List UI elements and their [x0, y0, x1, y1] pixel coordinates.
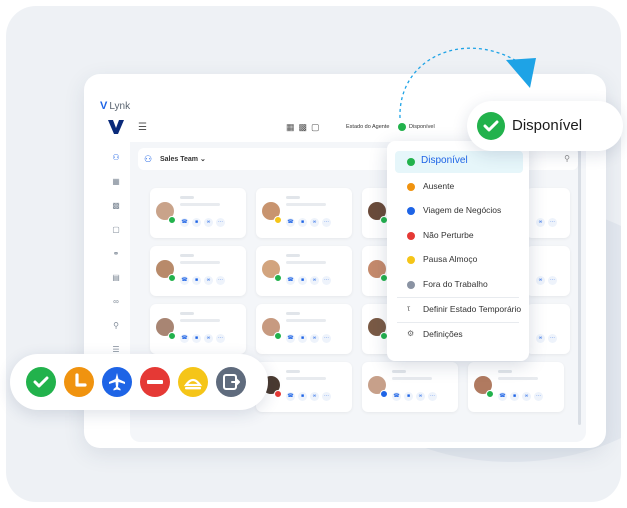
status-option-label: Viagem de Negócios	[423, 205, 502, 215]
callout-label: Disponível	[512, 117, 583, 134]
set-temporary-status[interactable]: τ Definir Estado Temporário	[387, 299, 529, 321]
status-option-away[interactable]: Ausente	[387, 176, 529, 198]
status-option-label: Fora do Trabalho	[423, 279, 488, 289]
pin-icon: τ	[407, 304, 411, 313]
check-icon	[407, 158, 415, 166]
do-not-disturb-status-icon[interactable]	[140, 367, 170, 397]
off-work-status-icon[interactable]	[216, 367, 246, 397]
status-option-label: Disponível	[421, 155, 468, 166]
status-option-available[interactable]: Disponível	[395, 151, 523, 173]
available-status-icon[interactable]	[26, 367, 56, 397]
lunch-icon	[407, 256, 415, 264]
action-label: Definir Estado Temporário	[423, 304, 522, 314]
status-option-label: Não Perturbe	[423, 230, 474, 240]
minus-icon	[407, 232, 415, 240]
plane-icon	[407, 207, 415, 215]
status-option-lunch[interactable]: Pausa Almoço	[387, 249, 529, 271]
available-callout: Disponível	[467, 101, 623, 151]
exit-icon	[407, 281, 415, 289]
away-status-icon[interactable]	[64, 367, 94, 397]
business-trip-status-icon[interactable]	[102, 367, 132, 397]
status-option-do-not-disturb[interactable]: Não Perturbe	[387, 225, 529, 247]
action-label: Definições	[423, 329, 463, 339]
lunch-status-icon[interactable]	[178, 367, 208, 397]
status-option-label: Ausente	[423, 181, 455, 191]
divider	[397, 322, 519, 323]
divider	[397, 297, 519, 298]
check-icon	[477, 112, 505, 140]
arrow-icon	[506, 58, 536, 88]
status-option-business-trip[interactable]: Viagem de Negócios	[387, 200, 529, 222]
status-icon-bar	[10, 354, 268, 410]
status-dropdown: Disponível Ausente Viagem de Negócios Nã…	[387, 141, 529, 361]
settings-option[interactable]: ⚙ Definições	[387, 324, 529, 346]
status-option-label: Pausa Almoço	[423, 254, 478, 264]
clock-icon	[407, 183, 415, 191]
gear-icon: ⚙	[407, 329, 415, 338]
status-option-off-work[interactable]: Fora do Trabalho	[387, 274, 529, 296]
